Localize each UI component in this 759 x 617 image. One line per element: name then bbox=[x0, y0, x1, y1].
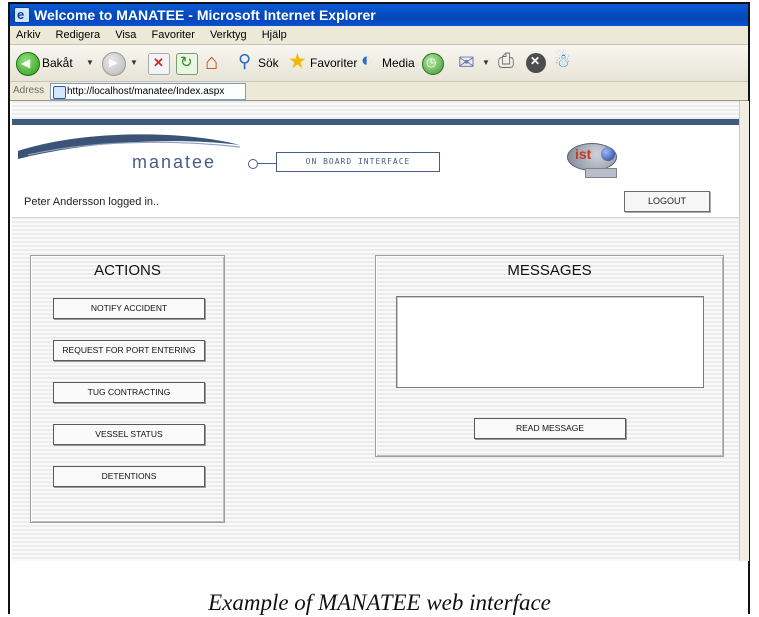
address-url[interactable]: http://localhost/manatee/Index.aspx bbox=[67, 84, 224, 99]
user-bar: Peter Andersson logged in.. LOGOUT bbox=[12, 187, 739, 218]
ist-logo-icon: ist bbox=[567, 143, 623, 178]
figure-caption: Example of MANATEE web interface bbox=[208, 590, 551, 615]
title-bar: Welcome to MANATEE - Microsoft Internet … bbox=[10, 4, 748, 26]
back-icon[interactable] bbox=[16, 52, 40, 76]
favorites-label[interactable]: Favoriter bbox=[310, 56, 357, 70]
toolbar: Bakåt ▼ ▼ Sök Favoriter Media ▼ bbox=[10, 45, 748, 82]
ie-logo-icon bbox=[14, 4, 30, 26]
messages-textarea[interactable] bbox=[396, 296, 704, 388]
detentions-button[interactable]: DETENTIONS bbox=[53, 466, 205, 487]
browser-window: Welcome to MANATEE - Microsoft Internet … bbox=[8, 2, 750, 614]
address-input[interactable]: http://localhost/manatee/Index.aspx bbox=[50, 83, 246, 100]
site-tagline: ON BOARD INTERFACE bbox=[276, 152, 440, 172]
menu-arkiv[interactable]: Arkiv bbox=[16, 29, 40, 41]
login-status: Peter Andersson logged in.. bbox=[24, 196, 160, 208]
site-logo-text: manatee bbox=[132, 152, 217, 172]
favorites-star-icon[interactable] bbox=[288, 49, 308, 74]
mail-dropdown-icon[interactable]: ▼ bbox=[482, 58, 490, 67]
close-icon[interactable] bbox=[526, 53, 546, 73]
read-message-button[interactable]: READ MESSAGE bbox=[474, 418, 626, 439]
messages-title: MESSAGES bbox=[507, 262, 592, 279]
stop-icon[interactable] bbox=[148, 53, 170, 75]
vertical-scrollbar[interactable] bbox=[739, 101, 749, 561]
menu-hjalp[interactable]: Hjälp bbox=[262, 29, 287, 41]
media-icon[interactable] bbox=[360, 50, 380, 73]
back-label[interactable]: Bakåt bbox=[42, 56, 73, 70]
menu-bar: Arkiv Redigera Visa Favoriter Verktyg Hj… bbox=[10, 26, 748, 45]
media-label[interactable]: Media bbox=[382, 56, 415, 70]
logo-circle-icon bbox=[248, 159, 258, 169]
ist-logo-text: ist bbox=[575, 146, 592, 162]
actions-title: ACTIONS bbox=[94, 262, 161, 279]
menu-redigera[interactable]: Redigera bbox=[56, 29, 101, 41]
messenger-icon[interactable] bbox=[554, 50, 578, 73]
window-title: Welcome to MANATEE - Microsoft Internet … bbox=[34, 7, 376, 23]
search-label[interactable]: Sök bbox=[258, 56, 279, 70]
site-header: manatee ON BOARD INTERFACE ist bbox=[12, 119, 739, 187]
address-label: Adress bbox=[13, 85, 45, 96]
history-icon[interactable] bbox=[422, 53, 444, 75]
request-port-entering-button[interactable]: REQUEST FOR PORT ENTERING bbox=[53, 340, 205, 361]
vessel-status-button[interactable]: VESSEL STATUS bbox=[53, 424, 205, 445]
menu-verktyg[interactable]: Verktyg bbox=[210, 29, 247, 41]
refresh-icon[interactable] bbox=[176, 53, 198, 75]
menu-favoriter[interactable]: Favoriter bbox=[151, 29, 194, 41]
menu-visa[interactable]: Visa bbox=[115, 29, 136, 41]
home-icon[interactable] bbox=[204, 49, 226, 75]
print-icon[interactable] bbox=[498, 50, 520, 73]
tug-contracting-button[interactable]: TUG CONTRACTING bbox=[53, 382, 205, 403]
mail-icon[interactable] bbox=[458, 50, 480, 75]
back-dropdown-icon[interactable]: ▼ bbox=[86, 58, 94, 67]
page-content: manatee ON BOARD INTERFACE ist Peter And… bbox=[12, 101, 739, 561]
logo-line bbox=[258, 163, 276, 164]
forward-dropdown-icon[interactable]: ▼ bbox=[130, 58, 138, 67]
actions-panel: ACTIONS NOTIFY ACCIDENT REQUEST FOR PORT… bbox=[30, 255, 225, 523]
logout-button[interactable]: LOGOUT bbox=[624, 191, 710, 212]
search-icon[interactable] bbox=[236, 51, 256, 73]
forward-icon[interactable] bbox=[102, 52, 126, 76]
messages-panel: MESSAGES READ MESSAGE bbox=[375, 255, 724, 457]
address-bar: Adress http://localhost/manatee/Index.as… bbox=[10, 82, 748, 101]
notify-accident-button[interactable]: NOTIFY ACCIDENT bbox=[53, 298, 205, 319]
page-icon bbox=[53, 86, 66, 99]
